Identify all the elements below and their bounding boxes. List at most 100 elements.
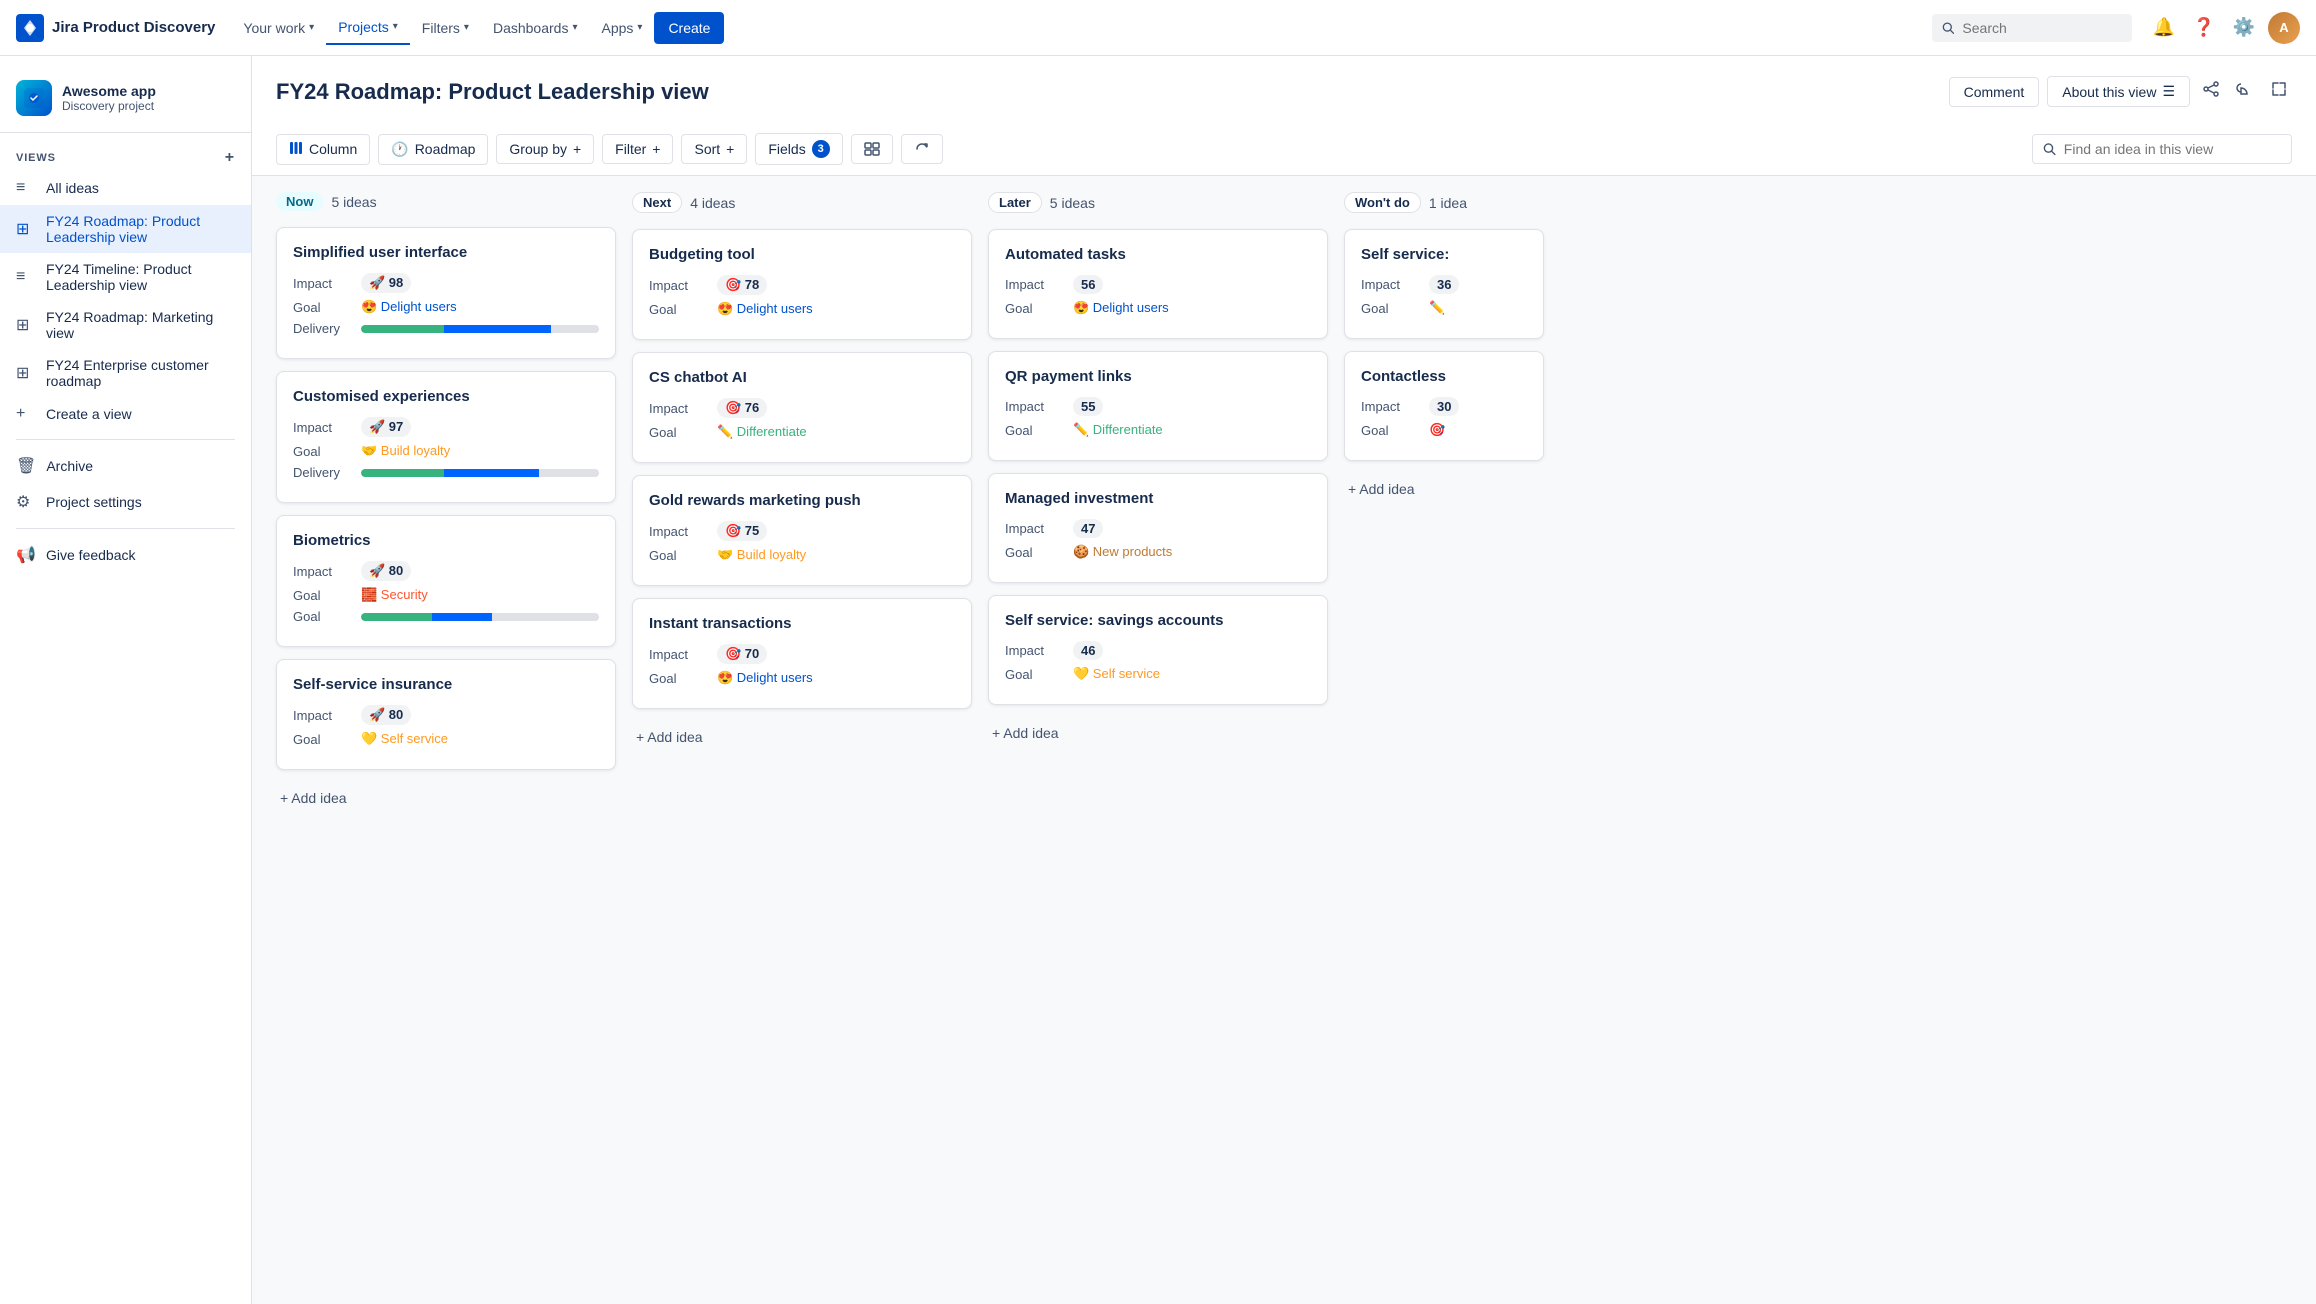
card-field-delivery: Delivery (293, 321, 599, 336)
column-icon (289, 141, 303, 158)
card-field-goal: Goal 💛 Self service (1005, 666, 1311, 682)
global-search[interactable] (1932, 14, 2132, 42)
refresh-button[interactable] (901, 134, 943, 164)
card-managed-investment: Managed investment Impact 47 Goal 🍪 New … (988, 473, 1328, 583)
nav-items: Your work ▾ Projects ▾ Filters ▾ Dashboa… (231, 11, 1924, 45)
view-toolbar: Column 🕐 Roadmap Group by + Filter + Sor… (276, 123, 2292, 175)
impact-value: 🚀 97 (361, 417, 411, 437)
nav-your-work[interactable]: Your work ▾ (231, 12, 326, 44)
add-idea-button-later[interactable]: + Add idea (988, 717, 1328, 749)
views-section-label: VIEWS + (0, 141, 251, 171)
card-qr-payment-links: QR payment links Impact 55 Goal ✏️ Diffe… (988, 351, 1328, 461)
feedback-icon: 📢 (16, 545, 36, 565)
card-title: CS chatbot AI (649, 369, 955, 386)
column-count-next: 4 ideas (690, 195, 735, 211)
card-gold-rewards: Gold rewards marketing push Impact 🎯 75 … (632, 475, 972, 586)
board-icon: ⊞ (16, 219, 36, 239)
goal-value: 🧱 Security (361, 587, 428, 603)
fields-button[interactable]: Fields 3 (755, 133, 842, 165)
sidebar-divider (16, 439, 235, 440)
impact-value: 30 (1429, 397, 1459, 416)
column-header-later: Later 5 ideas (988, 192, 1328, 213)
nav-dashboards[interactable]: Dashboards ▾ (481, 12, 590, 44)
card-field-impact: Impact 46 (1005, 641, 1311, 660)
card-field-impact: Impact 🚀 97 (293, 417, 599, 437)
app-logo[interactable]: Jira Product Discovery (16, 14, 215, 42)
filter-button[interactable]: Filter + (602, 134, 673, 164)
comment-button[interactable]: Comment (1949, 77, 2040, 107)
card-field-impact: Impact 🚀 80 (293, 561, 599, 581)
card-field-delivery: Goal (293, 609, 599, 624)
card-field-impact: Impact 🎯 76 (649, 398, 955, 418)
card-field-goal: Goal ✏️ Differentiate (649, 424, 955, 440)
clock-icon: 🕐 (391, 141, 408, 158)
project-icon (16, 80, 52, 116)
cloud-icon[interactable] (2232, 76, 2258, 107)
card-self-service-insurance: Self-service insurance Impact 🚀 80 Goal … (276, 659, 616, 770)
project-sub: Discovery project (62, 99, 156, 113)
group-by-button[interactable]: Group by + (496, 134, 594, 164)
card-title: Gold rewards marketing push (649, 492, 955, 509)
goal-value: 😍 Delight users (361, 299, 457, 315)
sort-button[interactable]: Sort + (681, 134, 747, 164)
search-input[interactable] (1962, 20, 2122, 36)
main-content: FY24 Roadmap: Product Leadership view Co… (252, 56, 2316, 1304)
impact-value: 🎯 70 (717, 644, 767, 664)
about-view-button[interactable]: About this view ☰ (2047, 76, 2190, 107)
refresh-icon (914, 141, 930, 157)
column-button[interactable]: Column (276, 134, 370, 165)
sidebar-item-create-view[interactable]: + Create a view (0, 397, 251, 431)
column-header-now: Now 5 ideas (276, 192, 616, 211)
sidebar-item-feedback[interactable]: 📢 Give feedback (0, 537, 251, 573)
help-icon[interactable]: ❓ (2188, 12, 2220, 44)
card-simplified-ui: Simplified user interface Impact 🚀 98 Go… (276, 227, 616, 359)
card-field-goal: Goal ✏️ Differentiate (1005, 422, 1311, 438)
create-button[interactable]: Create (654, 12, 724, 44)
sidebar-item-fy24-roadmap-product[interactable]: ⊞ FY24 Roadmap: Product Leadership view (0, 205, 251, 253)
add-view-icon[interactable]: + (225, 149, 235, 167)
expand-icon[interactable] (2266, 76, 2292, 107)
board-search[interactable] (2032, 134, 2292, 164)
column-badge-next: Next (632, 192, 682, 213)
plus-icon-group: + (573, 141, 581, 157)
impact-value: 36 (1429, 275, 1459, 294)
plus-icon: + (16, 405, 36, 423)
sidebar-item-archive[interactable]: 🗑 Archive (0, 448, 251, 484)
add-idea-button-next[interactable]: + Add idea (632, 721, 972, 753)
goal-value: ✏️ (1429, 300, 1445, 316)
roadmap-button[interactable]: 🕐 Roadmap (378, 134, 488, 165)
card-self-service-savings: Self service: savings accounts Impact 46… (988, 595, 1328, 705)
add-idea-button-wontdo[interactable]: + Add idea (1344, 473, 1544, 505)
card-budgeting-tool: Budgeting tool Impact 🎯 78 Goal 😍 Deligh… (632, 229, 972, 340)
sidebar-item-fy24-timeline-product[interactable]: ≡ FY24 Timeline: Product Leadership view (0, 253, 251, 301)
delivery-bar (361, 325, 599, 333)
sidebar-item-project-settings[interactable]: ⚙ Project settings (0, 484, 251, 520)
nav-filters[interactable]: Filters ▾ (410, 12, 481, 44)
share-icon[interactable] (2198, 76, 2224, 107)
card-field-goal: Goal 🍪 New products (1005, 544, 1311, 560)
board-search-input[interactable] (2064, 141, 2281, 157)
board-icon-2: ⊞ (16, 315, 36, 335)
nav-projects[interactable]: Projects ▾ (326, 11, 410, 45)
user-avatar[interactable]: A (2268, 12, 2300, 44)
fields-count-badge: 3 (812, 140, 830, 158)
card-title: Budgeting tool (649, 246, 955, 263)
column-wontdo: Won't do 1 idea Self service: Impact 36 … (1344, 192, 1544, 1288)
delivery-bar (361, 613, 599, 621)
impact-value: 🚀 80 (361, 705, 411, 725)
sidebar-item-all-ideas[interactable]: ≡ All ideas (0, 171, 251, 205)
sidebar-item-fy24-roadmap-marketing[interactable]: ⊞ FY24 Roadmap: Marketing view (0, 301, 251, 349)
display-button[interactable] (851, 134, 893, 164)
plus-icon-filter: + (652, 141, 660, 157)
sidebar-divider-2 (16, 528, 235, 529)
card-field-impact: Impact 🚀 80 (293, 705, 599, 725)
impact-value: 🎯 75 (717, 521, 767, 541)
search-icon (1942, 21, 1954, 35)
sidebar-project[interactable]: Awesome app Discovery project (0, 72, 251, 133)
notifications-icon[interactable]: 🔔 (2148, 12, 2180, 44)
settings-icon[interactable]: ⚙️ (2228, 12, 2260, 44)
sidebar-item-fy24-enterprise[interactable]: ⊞ FY24 Enterprise customer roadmap (0, 349, 251, 397)
column-now: Now 5 ideas Simplified user interface Im… (276, 192, 616, 1288)
nav-apps[interactable]: Apps ▾ (589, 12, 654, 44)
add-idea-button-now[interactable]: + Add idea (276, 782, 616, 814)
